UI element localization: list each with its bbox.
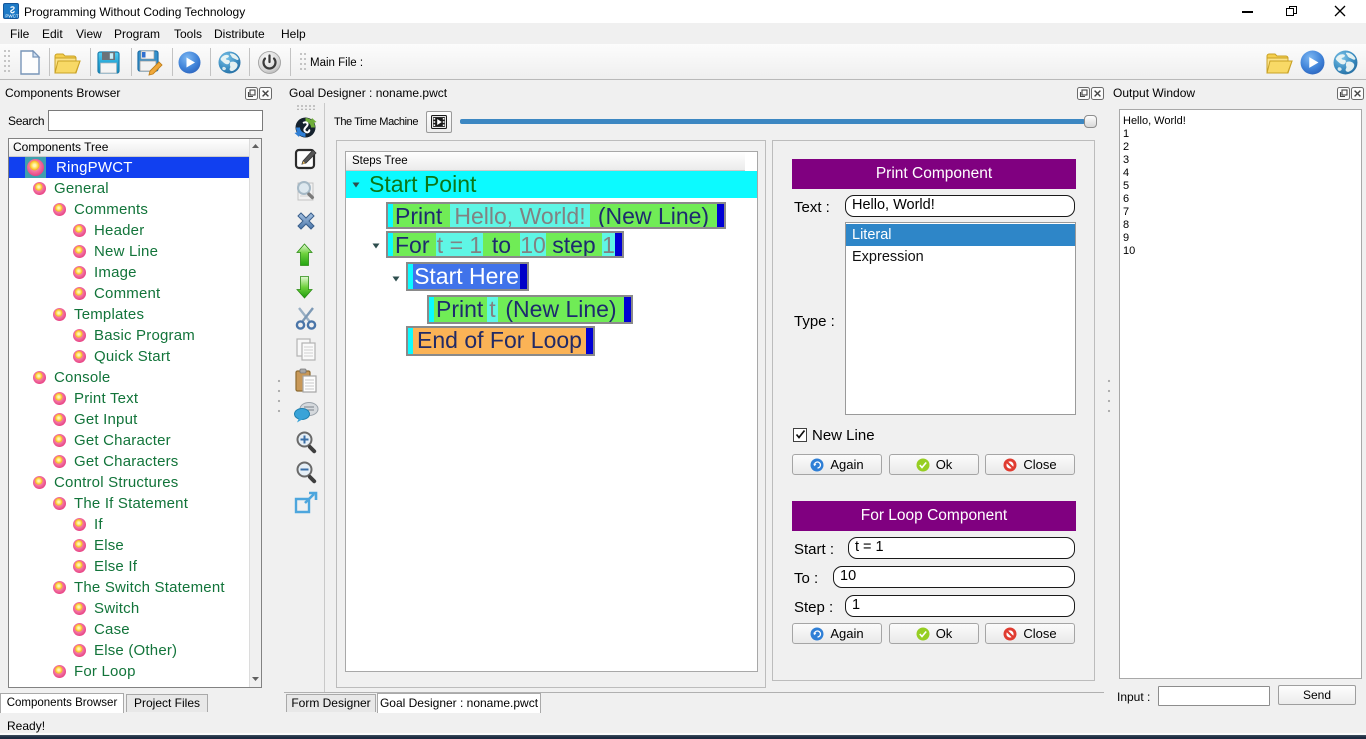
svg-text:PWCT: PWCT <box>5 14 18 19</box>
